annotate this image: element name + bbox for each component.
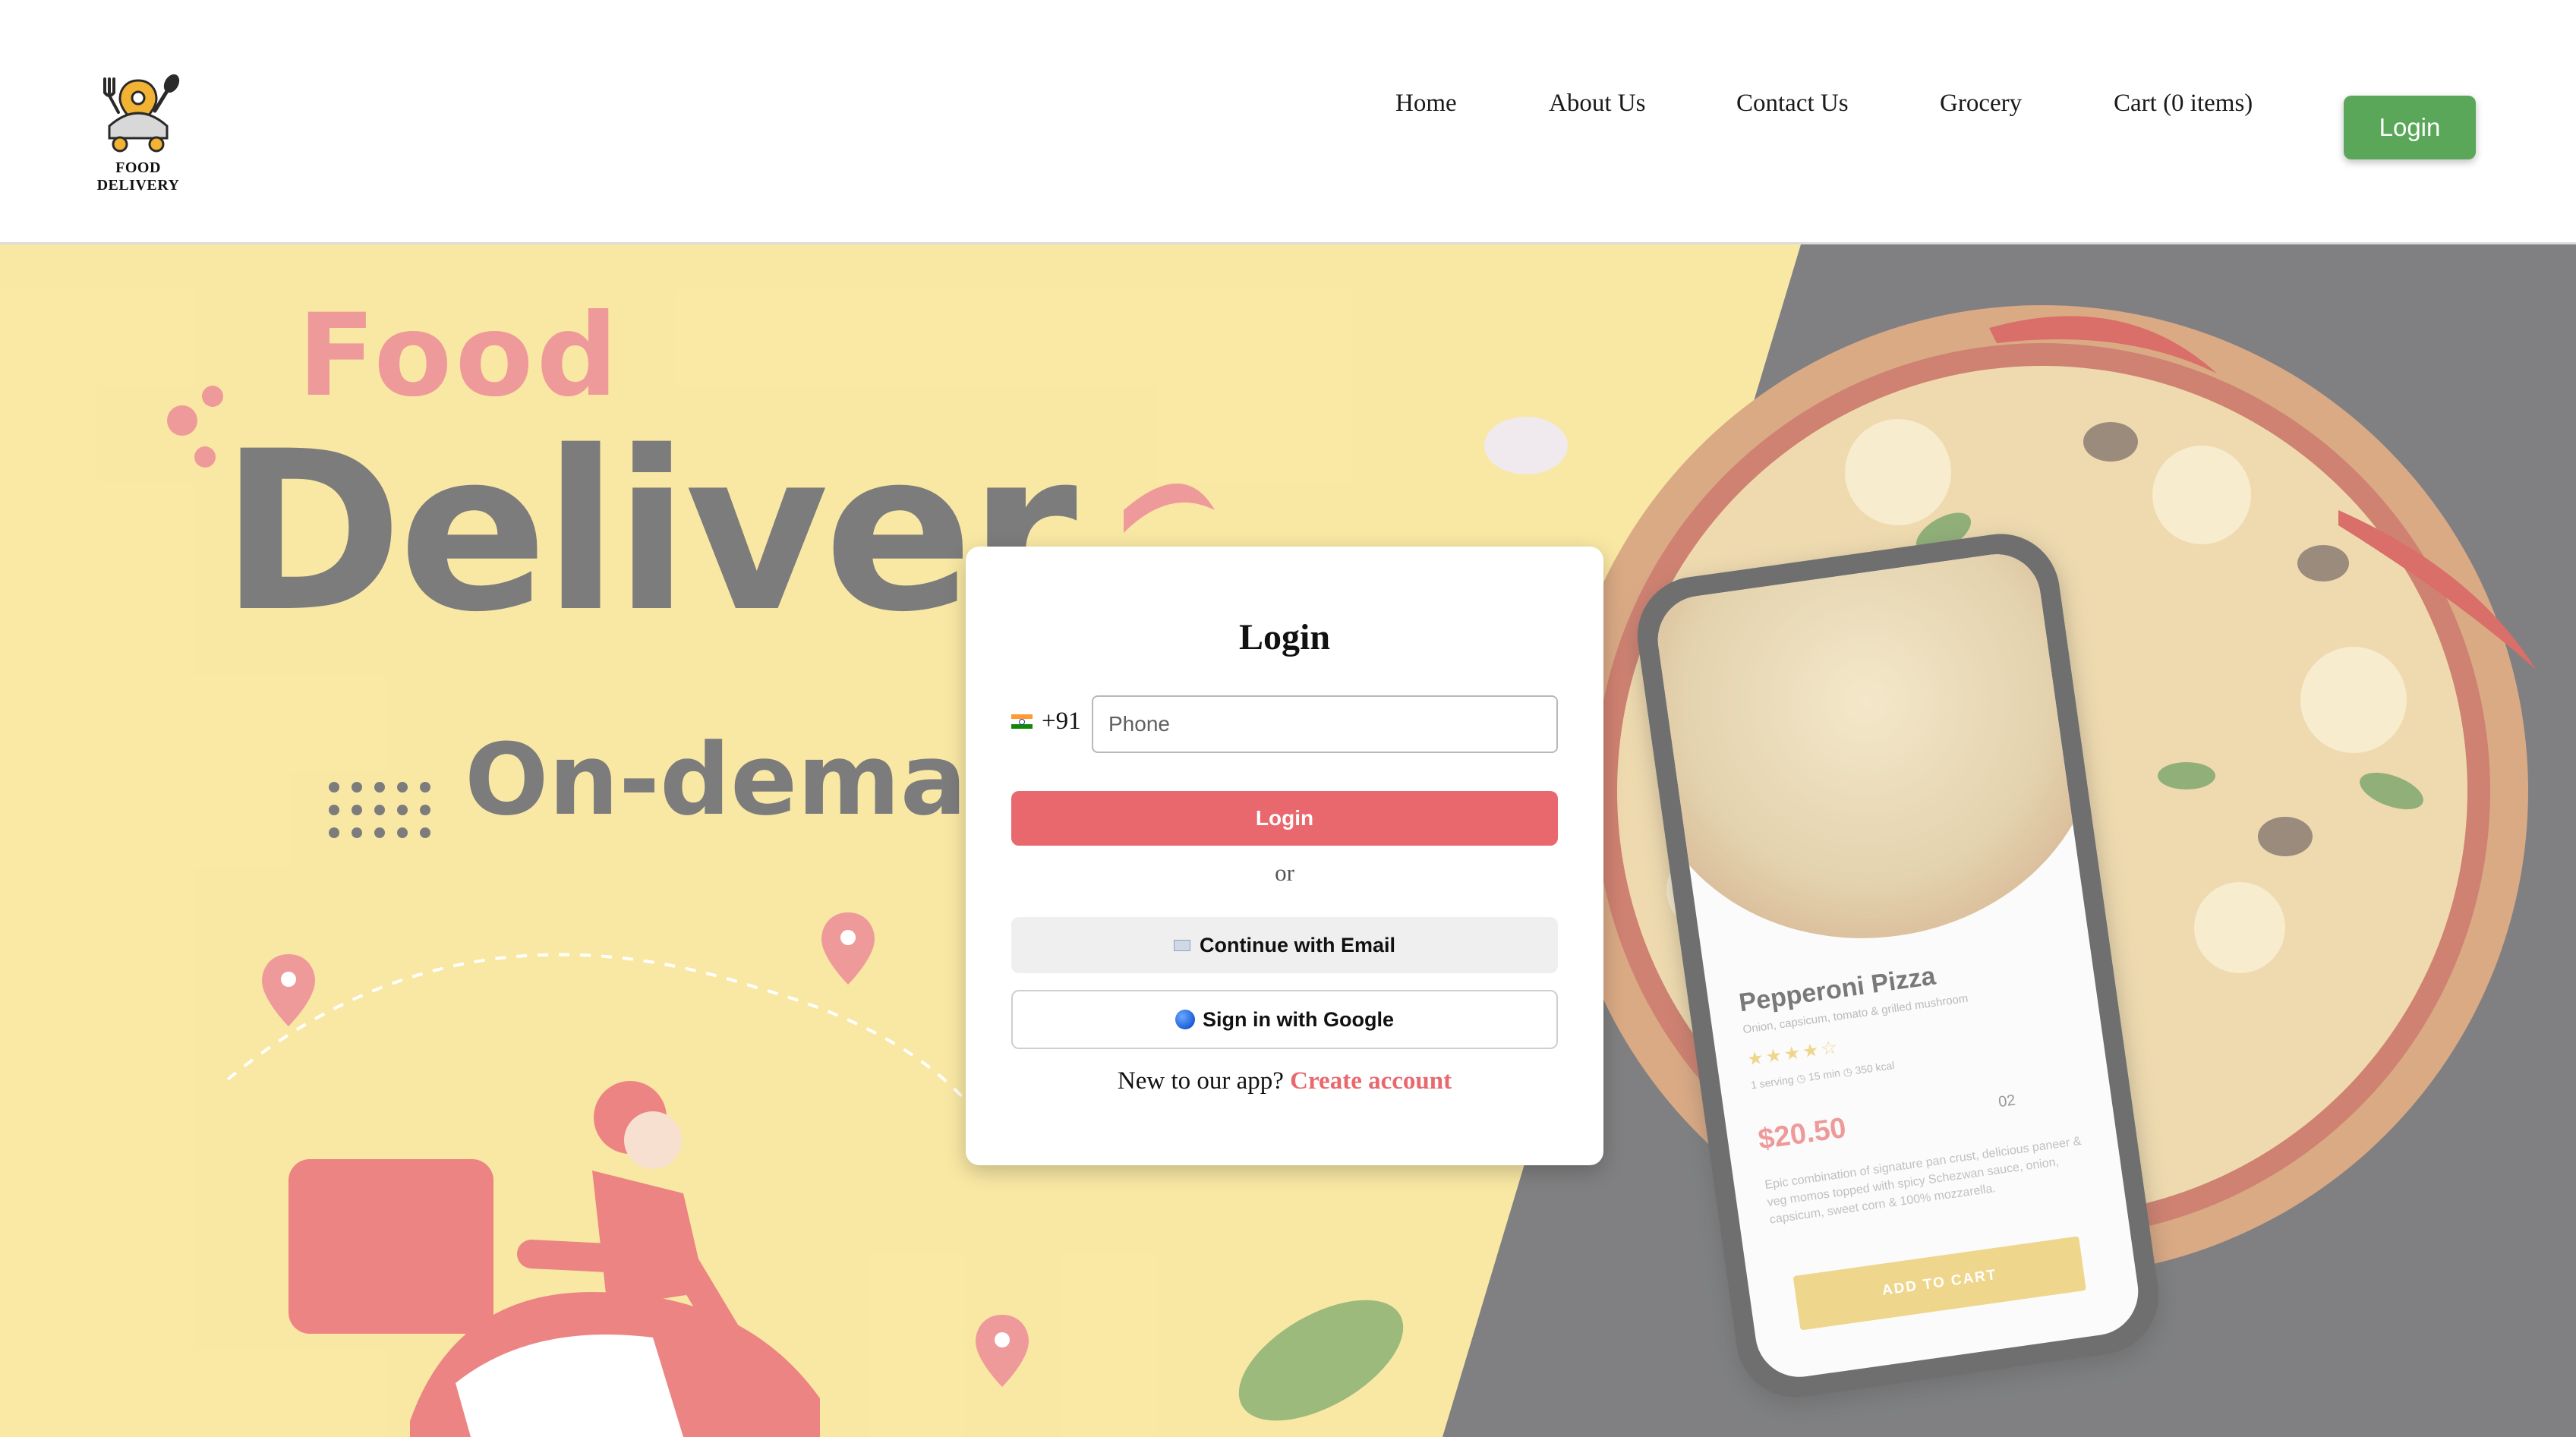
india-flag-icon xyxy=(1011,714,1033,730)
google-button-label: Sign in with Google xyxy=(1203,1007,1394,1031)
country-code: +91 xyxy=(1042,707,1081,735)
site-header: FOOD DELIVERY Home About Us Contact Us G… xyxy=(0,0,2576,244)
site-logo[interactable]: FOOD DELIVERY xyxy=(73,73,203,194)
login-title: Login xyxy=(1238,617,1331,657)
new-user-text: New to our app? xyxy=(1117,1067,1284,1095)
nav-grocery[interactable]: Grocery xyxy=(1940,90,2022,118)
nav-home[interactable]: Home xyxy=(1395,90,1457,118)
login-card: Login +91 Login or Continue with Email S… xyxy=(966,547,1603,1165)
nav-contact-us[interactable]: Contact Us xyxy=(1736,90,1849,118)
email-button-label: Continue with Email xyxy=(1199,933,1395,956)
or-divider: or xyxy=(1275,859,1294,886)
signup-prompt: New to our app? Create account xyxy=(966,1067,1603,1095)
delivery-cart-icon xyxy=(103,74,180,153)
logo-text: FOOD DELIVERY xyxy=(96,159,180,194)
continue-with-email-button[interactable]: Continue with Email xyxy=(1011,917,1558,973)
nav-cart[interactable]: Cart (0 items) xyxy=(2114,90,2253,118)
header-login-button[interactable]: Login xyxy=(2344,96,2476,159)
country-code-selector[interactable]: +91 xyxy=(1011,707,1081,736)
login-submit-button[interactable]: Login xyxy=(1011,791,1558,846)
phone-input[interactable] xyxy=(1092,695,1558,753)
create-account-link[interactable]: Create account xyxy=(1290,1067,1452,1095)
globe-icon xyxy=(1175,1010,1195,1029)
nav-about-us[interactable]: About Us xyxy=(1549,90,1645,118)
mail-icon xyxy=(1173,939,1190,951)
sign-in-with-google-button[interactable]: Sign in with Google xyxy=(1011,990,1558,1049)
